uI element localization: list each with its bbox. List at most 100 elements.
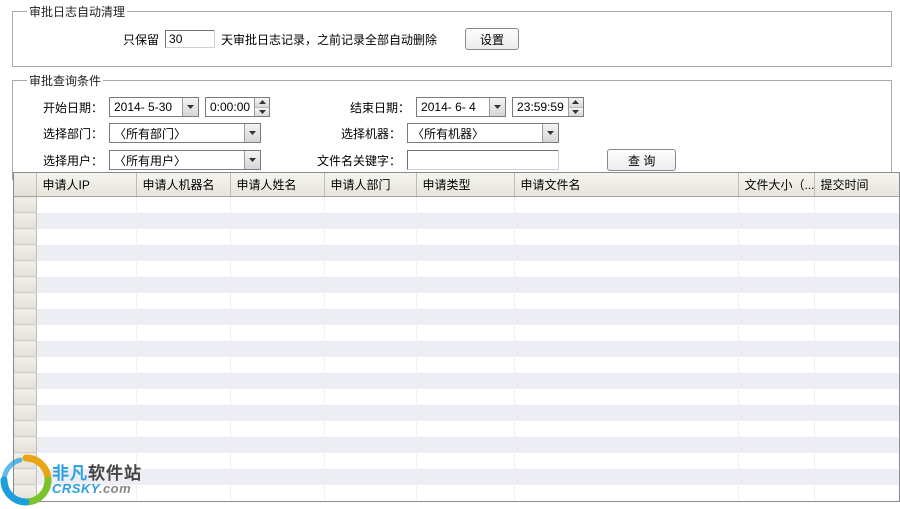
table-cell bbox=[36, 405, 136, 421]
table-cell bbox=[324, 453, 416, 469]
table-cell bbox=[230, 197, 324, 213]
row-header-cell bbox=[14, 341, 36, 357]
row-header-cell bbox=[14, 389, 36, 405]
end-time-spinner[interactable]: 23:59:59 bbox=[512, 97, 584, 117]
table-cell bbox=[136, 229, 230, 245]
column-header[interactable]: 文件大小（... bbox=[738, 173, 814, 197]
table-cell bbox=[416, 309, 514, 325]
table-cell bbox=[230, 389, 324, 405]
table-cell bbox=[416, 357, 514, 373]
table-row[interactable] bbox=[14, 261, 900, 277]
machine-value: 〈所有机器〉 bbox=[408, 125, 542, 142]
table-row[interactable] bbox=[14, 405, 900, 421]
column-header[interactable]: 申请人部门 bbox=[324, 173, 416, 197]
table-cell bbox=[324, 213, 416, 229]
table-cell bbox=[738, 357, 814, 373]
table-cell bbox=[416, 277, 514, 293]
column-header[interactable]: 申请文件名 bbox=[514, 173, 738, 197]
table-cell bbox=[324, 373, 416, 389]
end-time-value: 23:59:59 bbox=[513, 98, 568, 116]
table-row[interactable] bbox=[14, 421, 900, 437]
table-cell bbox=[324, 293, 416, 309]
spin-up-icon[interactable] bbox=[569, 98, 583, 108]
machine-select[interactable]: 〈所有机器〉 bbox=[407, 123, 559, 143]
table-cell bbox=[738, 229, 814, 245]
table-row[interactable] bbox=[14, 277, 900, 293]
table-cell bbox=[416, 261, 514, 277]
logo-cn-text: 非凡软件站 bbox=[52, 465, 142, 482]
table-cell bbox=[738, 421, 814, 437]
row-header-cell bbox=[14, 405, 36, 421]
dropdown-icon[interactable] bbox=[182, 98, 198, 116]
table-cell bbox=[514, 293, 738, 309]
table-cell bbox=[814, 245, 900, 261]
table-cell bbox=[230, 261, 324, 277]
query-button[interactable]: 查 询 bbox=[607, 149, 676, 171]
keep-days-input[interactable] bbox=[165, 30, 215, 48]
row-header-cell bbox=[14, 245, 36, 261]
table-row[interactable] bbox=[14, 469, 900, 485]
column-header[interactable]: 申请人机器名 bbox=[136, 173, 230, 197]
start-date-picker[interactable]: 2014- 5-30 bbox=[109, 97, 199, 117]
table-cell bbox=[814, 213, 900, 229]
spin-down-icon[interactable] bbox=[569, 108, 583, 117]
table-cell bbox=[814, 485, 900, 501]
table-row[interactable] bbox=[14, 437, 900, 453]
table-cell bbox=[230, 437, 324, 453]
set-button[interactable]: 设置 bbox=[465, 28, 519, 50]
table-cell bbox=[136, 341, 230, 357]
user-select[interactable]: 〈所有用户〉 bbox=[109, 150, 261, 170]
table-cell bbox=[136, 469, 230, 485]
table-cell bbox=[36, 421, 136, 437]
column-header[interactable]: 申请人姓名 bbox=[230, 173, 324, 197]
table-row[interactable] bbox=[14, 213, 900, 229]
table-cell bbox=[230, 357, 324, 373]
table-cell bbox=[136, 197, 230, 213]
column-header[interactable]: 申请人IP bbox=[36, 173, 136, 197]
spin-up-icon[interactable] bbox=[255, 98, 269, 108]
table-cell bbox=[814, 293, 900, 309]
table-row[interactable] bbox=[14, 357, 900, 373]
spin-down-icon[interactable] bbox=[255, 108, 269, 117]
table-cell bbox=[36, 357, 136, 373]
dropdown-icon[interactable] bbox=[489, 98, 505, 116]
table-row[interactable] bbox=[14, 309, 900, 325]
column-header[interactable]: 申请类型 bbox=[416, 173, 514, 197]
end-date-picker[interactable]: 2014- 6- 4 bbox=[416, 97, 506, 117]
table-cell bbox=[416, 405, 514, 421]
table-cell bbox=[136, 437, 230, 453]
table-row[interactable] bbox=[14, 197, 900, 213]
swirl-icon bbox=[0, 454, 52, 506]
table-row[interactable] bbox=[14, 389, 900, 405]
table-row[interactable] bbox=[14, 485, 900, 501]
table-row[interactable] bbox=[14, 229, 900, 245]
dropdown-icon[interactable] bbox=[244, 124, 260, 142]
column-header[interactable]: 提交时间 bbox=[814, 173, 900, 197]
table-cell bbox=[230, 245, 324, 261]
table-cell bbox=[514, 245, 738, 261]
table-cell bbox=[814, 469, 900, 485]
dropdown-icon[interactable] bbox=[244, 151, 260, 169]
dept-select[interactable]: 〈所有部门〉 bbox=[109, 123, 261, 143]
table-row[interactable] bbox=[14, 373, 900, 389]
table-row[interactable] bbox=[14, 245, 900, 261]
dropdown-icon[interactable] bbox=[542, 124, 558, 142]
table-row[interactable] bbox=[14, 325, 900, 341]
table-cell bbox=[324, 357, 416, 373]
row-header-cell bbox=[14, 421, 36, 437]
table-cell bbox=[230, 485, 324, 501]
table-cell bbox=[738, 469, 814, 485]
table-cell bbox=[514, 357, 738, 373]
start-time-value: 0:00:00 bbox=[206, 98, 254, 116]
table-cell bbox=[324, 229, 416, 245]
table-row[interactable] bbox=[14, 293, 900, 309]
table-cell bbox=[230, 373, 324, 389]
table-cell bbox=[738, 293, 814, 309]
filename-input[interactable] bbox=[407, 150, 559, 170]
table-row[interactable] bbox=[14, 453, 900, 469]
table-cell bbox=[136, 213, 230, 229]
start-time-spinner[interactable]: 0:00:00 bbox=[205, 97, 270, 117]
table-row[interactable] bbox=[14, 341, 900, 357]
table-cell bbox=[416, 341, 514, 357]
table-cell bbox=[814, 309, 900, 325]
